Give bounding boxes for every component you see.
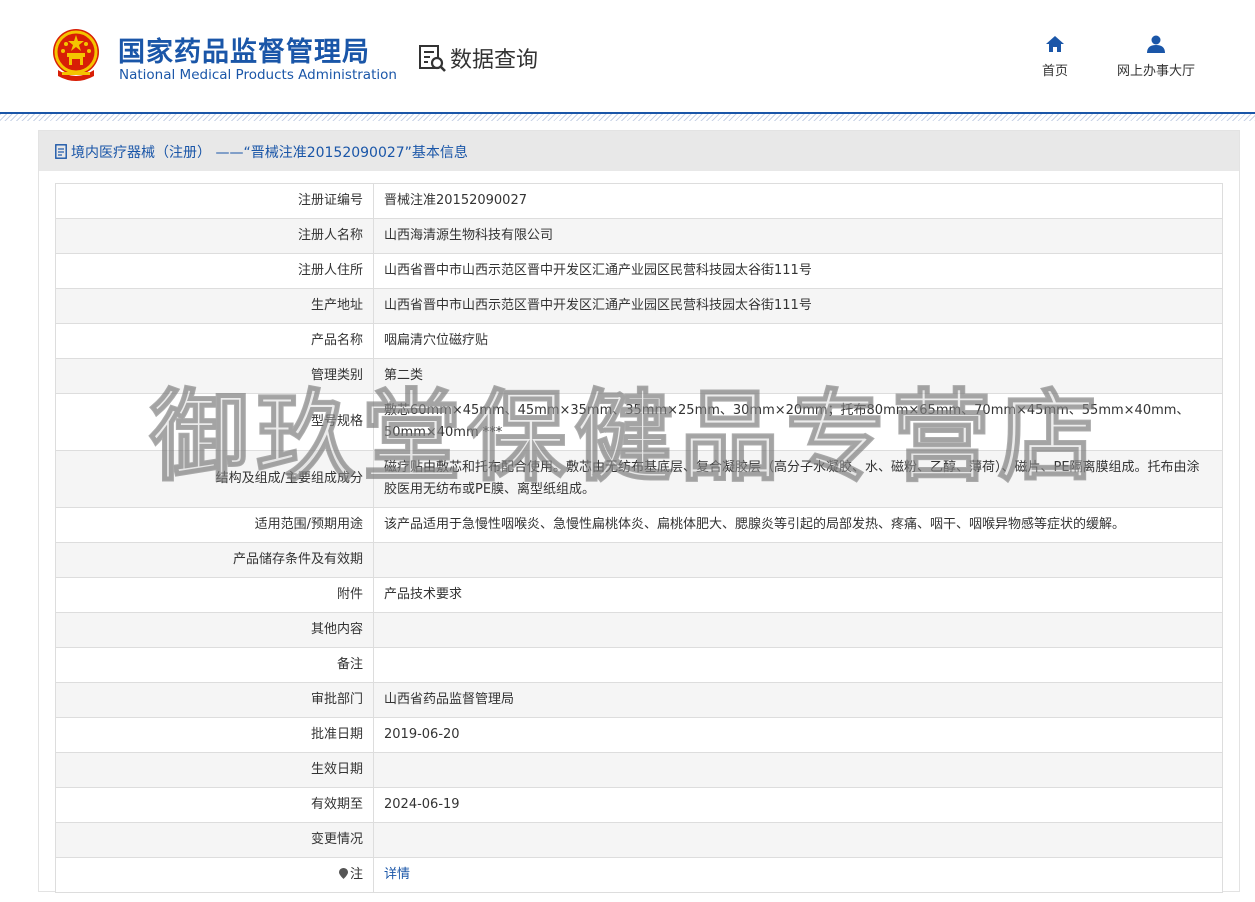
registration-info-table: 注册证编号 晋械注准20152090027 注册人名称 山西海清源生物科技有限公司 注册… [55, 183, 1223, 893]
table-row: 变更情况 [55, 822, 1223, 858]
table-row: 批准日期 2019-06-20 [55, 717, 1223, 753]
details-link[interactable]: 详情 [384, 867, 410, 882]
nav-online-service-hall-label: 网上办事大厅 [1116, 64, 1195, 79]
row-value: 咽扁清穴位磁疗贴 [373, 323, 1223, 359]
nav-home-label: 首页 [1041, 64, 1068, 79]
nav-online-service-hall[interactable]: 网上办事大厅 [1106, 34, 1206, 79]
table-row: 注册人住所 山西省晋中市山西示范区晋中开发区汇通产业园区民营科技园太谷街111号 [55, 253, 1223, 289]
row-value: 2019-06-20 [373, 717, 1223, 753]
table-row: 生效日期 [55, 752, 1223, 788]
data-query-title: 数据查询 [450, 48, 539, 73]
table-row: 产品名称 咽扁清穴位磁疗贴 [55, 323, 1223, 359]
table-row: 生产地址 山西省晋中市山西示范区晋中开发区汇通产业园区民营科技园太谷街111号 [55, 288, 1223, 324]
info-panel: 境内医疗器械（注册） ——“晋械注准20152090027”基本信息 注册证编号… [38, 130, 1240, 893]
table-row: 管理类别 第二类 [55, 358, 1223, 394]
table-row: 结构及组成/主要组成成分 磁疗贴由敷芯和托布配合使用。敷芯由无纺布基底层、复合凝胶… [55, 450, 1223, 508]
panel-title: 境内医疗器械（注册） ——“晋械注准20152090027”基本信息 [71, 145, 468, 161]
row-label: 备注 [55, 647, 374, 683]
row-label: 有效期至 [55, 787, 374, 823]
row-value: 第二类 [373, 358, 1223, 394]
row-label: 管理类别 [55, 358, 374, 394]
row-label: 变更情况 [55, 822, 374, 858]
nav-home[interactable]: 首页 [1034, 34, 1076, 79]
row-value [373, 647, 1223, 683]
table-row: 注册人名称 山西海清源生物科技有限公司 [55, 218, 1223, 254]
row-value [373, 612, 1223, 648]
panel-title-bar: 境内医疗器械（注册） ——“晋械注准20152090027”基本信息 [39, 131, 1239, 171]
row-value: 该产品适用于急慢性咽喉炎、急慢性扁桃体炎、扁桃体肥大、腮腺炎等引起的局部发热、疼… [373, 507, 1223, 543]
table-row: 其他内容 [55, 612, 1223, 648]
row-label: 生效日期 [55, 752, 374, 788]
row-value: 2024-06-19 [373, 787, 1223, 823]
row-value-note: 详情 [373, 857, 1223, 893]
table-row: 审批部门 山西省药品监督管理局 [55, 682, 1223, 718]
row-value: 山西省晋中市山西示范区晋中开发区汇通产业园区民营科技园太谷街111号 [373, 288, 1223, 324]
row-label: 产品名称 [55, 323, 374, 359]
table-row: 附件 产品技术要求 [55, 577, 1223, 613]
table-row-note: 注 详情 [55, 857, 1223, 893]
row-label: 适用范围/预期用途 [55, 507, 374, 543]
row-label: 结构及组成/主要组成成分 [55, 450, 374, 508]
row-label: 注册证编号 [55, 183, 374, 219]
note-label: 注 [349, 867, 363, 882]
org-name-en: National Medical Products Administration [119, 67, 397, 83]
table-row: 产品储存条件及有效期 [55, 542, 1223, 578]
row-label: 注册人住所 [55, 253, 374, 289]
org-name-cn: 国家药品监督管理局 [118, 37, 370, 68]
user-icon [1147, 35, 1165, 53]
home-icon [1046, 36, 1064, 52]
row-label: 附件 [55, 577, 374, 613]
row-value: 山西省晋中市山西示范区晋中开发区汇通产业园区民营科技园太谷街111号 [373, 253, 1223, 289]
row-label: 注册人名称 [55, 218, 374, 254]
table-row: 有效期至 2024-06-19 [55, 787, 1223, 823]
site-header: 国家药品监督管理局 National Medical Products Admi… [0, 0, 1255, 113]
row-value: 山西省药品监督管理局 [373, 682, 1223, 718]
national-emblem-logo [53, 29, 99, 81]
row-value [373, 822, 1223, 858]
table-row: 适用范围/预期用途 该产品适用于急慢性咽喉炎、急慢性扁桃体炎、扁桃体肥大、腮腺炎等… [55, 507, 1223, 543]
header-hatch-band [0, 114, 1255, 121]
row-value: 山西海清源生物科技有限公司 [373, 218, 1223, 254]
table-row: 型号规格 敷芯60mm×45mm、45mm×35mm、35mm×25mm、30mm… [55, 393, 1223, 451]
table-row: 注册证编号 晋械注准20152090027 [55, 183, 1223, 219]
row-label-note: 注 [55, 857, 374, 893]
row-label: 其他内容 [55, 612, 374, 648]
row-label: 产品储存条件及有效期 [55, 542, 374, 578]
row-value [373, 542, 1223, 578]
data-query-icon [419, 45, 446, 72]
document-icon [55, 144, 67, 159]
row-label: 审批部门 [55, 682, 374, 718]
row-label: 生产地址 [55, 288, 374, 324]
row-label: 批准日期 [55, 717, 374, 753]
table-row: 备注 [55, 647, 1223, 683]
row-value: 敷芯60mm×45mm、45mm×35mm、35mm×25mm、30mm×20m… [373, 393, 1223, 451]
location-pin-icon [338, 868, 348, 879]
row-value: 磁疗贴由敷芯和托布配合使用。敷芯由无纺布基底层、复合凝胶层（高分子水凝胶、水、磁… [373, 450, 1223, 508]
row-value: 晋械注准20152090027 [373, 183, 1223, 219]
row-label: 型号规格 [55, 393, 374, 451]
row-value [373, 752, 1223, 788]
row-value: 产品技术要求 [373, 577, 1223, 613]
